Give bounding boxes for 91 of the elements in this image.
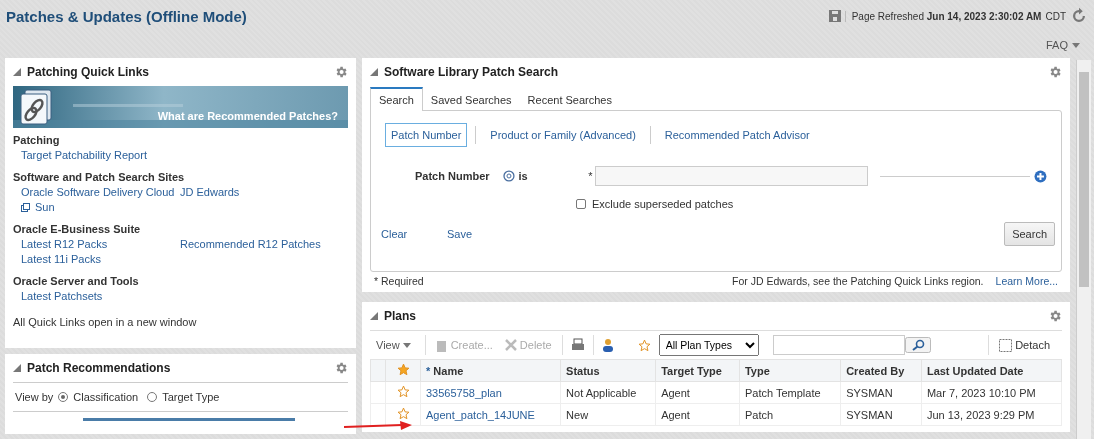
column-header[interactable]: * Name — [420, 359, 561, 382]
timezone-label: CDT — [1045, 10, 1066, 22]
caret-icon — [402, 342, 411, 348]
panel-title: Patch Recommendations — [27, 361, 172, 375]
document-icon — [435, 338, 448, 352]
settings-icon[interactable] — [1048, 65, 1062, 79]
star-icon[interactable] — [396, 385, 410, 398]
group-heading: Software and Patch Search Sites — [13, 171, 186, 183]
quick-link[interactable]: Sun — [21, 201, 55, 213]
star-icon[interactable] — [637, 338, 651, 352]
refresh-label: Page Refreshed Jun 14, 2023 2:30:02 AM — [844, 10, 1042, 22]
table-cell: Agent — [655, 403, 740, 426]
refresh-icon[interactable] — [1070, 7, 1088, 25]
table-cell: Patch Template — [739, 381, 841, 404]
detach-button[interactable]: Detach — [997, 338, 1062, 352]
collapse-icon[interactable] — [13, 364, 21, 372]
tab[interactable]: Saved Searches — [422, 87, 520, 111]
table-cell: Agent — [655, 381, 740, 404]
radio-button[interactable] — [147, 392, 158, 402]
search-mode-link[interactable]: Patch Number — [385, 123, 468, 147]
new-window-icon — [21, 202, 30, 212]
group-heading: Patching — [13, 134, 61, 146]
collapse-icon[interactable] — [370, 68, 378, 76]
table-cell: SYSMAN — [840, 403, 922, 426]
plan-type-dropdown[interactable]: All Plan Types — [658, 334, 759, 356]
add-icon[interactable] — [1034, 169, 1047, 183]
table-cell: Jun 13, 2023 9:29 PM — [921, 403, 1062, 426]
settings-icon[interactable] — [334, 361, 348, 375]
table-cell: Mar 7, 2023 10:10 PM — [921, 381, 1062, 404]
page-title: Patches & Updates (Offline Mode) — [6, 7, 248, 25]
arrow-icon — [344, 421, 412, 431]
table-cell: Not Applicable — [560, 381, 656, 404]
quick-link[interactable]: Recommended R12 Patches — [180, 238, 321, 250]
search-icon[interactable] — [904, 337, 931, 353]
radio-label: Target Type — [162, 391, 220, 403]
learn-more-link[interactable]: Learn More... — [995, 274, 1058, 287]
person-icon[interactable] — [601, 338, 614, 352]
detach-icon — [999, 338, 1013, 352]
patch-number-field[interactable] — [595, 166, 869, 186]
settings-icon[interactable] — [1048, 309, 1062, 323]
clear-link[interactable]: Clear — [381, 228, 447, 240]
checkbox-label: Exclude superseded patches — [592, 198, 734, 210]
jd-edwards-note: For JD Edwards, see the Patching Quick Links region. — [732, 274, 984, 287]
required-note: * Required — [374, 274, 425, 287]
search-button[interactable]: Search — [1004, 222, 1055, 246]
table-cell: SYSMAN — [840, 381, 922, 404]
settings-icon[interactable] — [334, 65, 348, 79]
tab[interactable]: Recent Searches — [519, 87, 620, 111]
collapse-icon[interactable] — [370, 312, 378, 320]
save-link[interactable]: Save — [447, 228, 1005, 240]
group-heading: Oracle E-Business Suite — [13, 223, 142, 235]
star-icon[interactable] — [396, 407, 410, 420]
scrollbar[interactable] — [1076, 60, 1091, 439]
panel-title: Software Library Patch Search — [384, 65, 560, 79]
table-cell: Patch — [739, 403, 841, 426]
help-icon[interactable] — [502, 170, 515, 182]
required-mark: * — [588, 170, 593, 182]
operator-label: is — [518, 170, 529, 182]
quick-link[interactable]: Latest 11i Packs — [21, 253, 101, 265]
star-icon[interactable] — [396, 363, 410, 376]
column-header[interactable]: Target Type — [655, 359, 740, 382]
column-header[interactable]: Last Updated Date — [921, 359, 1062, 382]
view-by-label: View by — [15, 391, 54, 403]
quick-link[interactable]: Latest R12 Packs — [21, 238, 108, 250]
radio-label: Classification — [73, 391, 139, 403]
tab[interactable]: Search — [370, 87, 423, 111]
radio-button[interactable] — [58, 392, 69, 402]
search-field[interactable] — [772, 335, 905, 355]
printer-icon[interactable] — [570, 338, 585, 352]
plan-name-link[interactable]: 33565758_plan — [420, 381, 561, 404]
checkbox[interactable] — [576, 199, 586, 209]
note-text: All Quick Links open in a new window — [13, 316, 198, 328]
panel-title: Plans — [384, 309, 417, 323]
save-icon[interactable] — [828, 10, 841, 22]
field-label: Patch Number — [415, 170, 491, 182]
caret-icon — [1072, 42, 1080, 48]
table-cell: New — [560, 403, 656, 426]
faq-menu[interactable]: FAQ — [1046, 39, 1080, 51]
quick-link[interactable]: JD Edwards — [180, 186, 240, 198]
plan-name-link[interactable]: Agent_patch_14JUNE — [420, 403, 561, 426]
panel-title: Patching Quick Links — [27, 65, 151, 79]
collapse-icon[interactable] — [13, 68, 21, 76]
view-menu[interactable]: View — [370, 339, 417, 351]
column-header[interactable]: Created By — [840, 359, 922, 382]
quick-link[interactable]: Latest Patchsets — [21, 290, 103, 302]
quick-link[interactable]: Oracle Software Delivery Cloud — [21, 186, 175, 198]
column-header[interactable]: Status — [560, 359, 656, 382]
close-icon — [504, 339, 517, 351]
column-header[interactable]: Type — [739, 359, 841, 382]
group-heading: Oracle Server and Tools — [13, 275, 140, 287]
quick-link[interactable]: Target Patchability Report — [21, 149, 147, 161]
